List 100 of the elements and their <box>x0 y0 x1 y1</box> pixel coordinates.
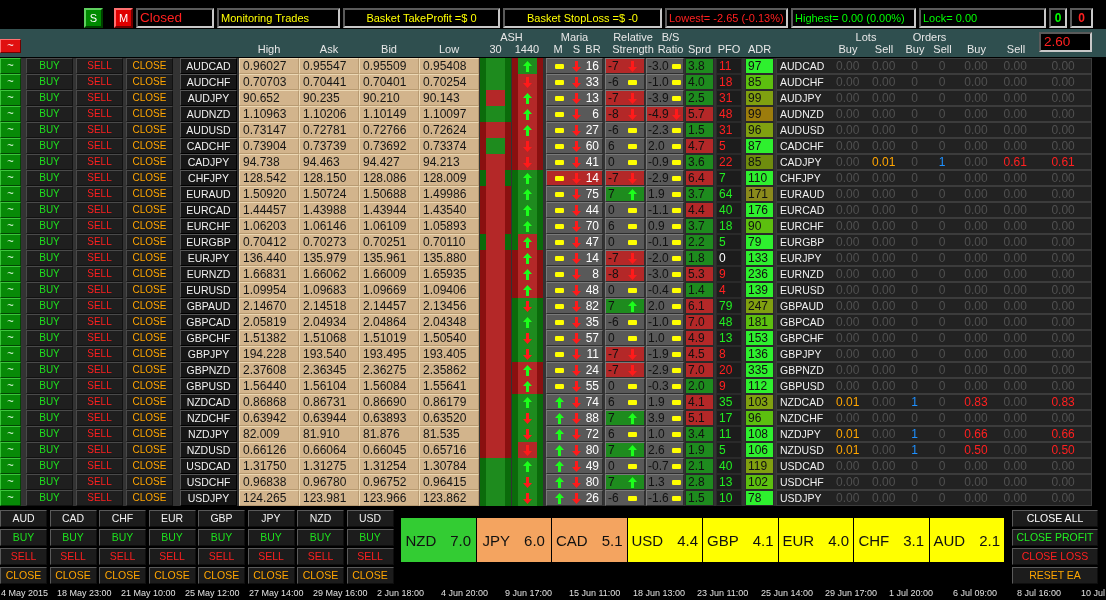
close-button[interactable]: CLOSE <box>49 567 97 584</box>
close-button[interactable]: CLOSE <box>346 567 394 584</box>
currency-button[interactable]: JPY <box>247 510 295 527</box>
close-button[interactable]: CLOSE <box>126 234 173 250</box>
action-button[interactable]: CLOSE PROFIT <box>1012 529 1098 546</box>
symbol-button[interactable]: CADCHF <box>180 138 237 154</box>
buy-button[interactable]: BUY <box>26 122 73 138</box>
close-button[interactable]: CLOSE <box>126 378 173 394</box>
sell-button[interactable]: SELL <box>76 298 123 314</box>
symbol-button[interactable]: EURUSD <box>180 282 237 298</box>
sell-button[interactable]: SELL <box>247 548 295 565</box>
close-button[interactable]: CLOSE <box>126 474 173 490</box>
currency-button[interactable]: NZD <box>297 510 344 527</box>
close-button[interactable]: CLOSE <box>126 282 173 298</box>
currency-button[interactable]: GBP <box>198 510 245 527</box>
close-button[interactable]: CLOSE <box>126 330 173 346</box>
toggle-button[interactable]: ~ <box>0 186 21 202</box>
buy-button[interactable]: BUY <box>26 170 73 186</box>
buy-button[interactable]: BUY <box>26 74 73 90</box>
toggle-button[interactable]: M <box>114 8 133 28</box>
sell-button[interactable]: SELL <box>76 138 123 154</box>
toggle-button[interactable]: ~ <box>0 490 21 506</box>
close-button[interactable]: CLOSE <box>99 567 146 584</box>
sell-button[interactable]: SELL <box>76 394 123 410</box>
symbol-button[interactable]: AUDCAD <box>180 58 237 74</box>
currency-button[interactable]: CAD <box>49 510 97 527</box>
buy-button[interactable]: BUY <box>26 154 73 170</box>
sell-button[interactable]: SELL <box>99 548 146 565</box>
symbol-button[interactable]: USDCHF <box>180 474 237 490</box>
buy-button[interactable]: BUY <box>148 529 196 546</box>
symbol-button[interactable]: USDCAD <box>180 458 237 474</box>
symbol-button[interactable]: EURNZD <box>180 266 237 282</box>
close-button[interactable]: CLOSE <box>297 567 344 584</box>
toggle-button[interactable]: ~ <box>0 378 21 394</box>
toggle-button[interactable]: ~ <box>0 138 21 154</box>
sell-button[interactable]: SELL <box>76 330 123 346</box>
toggle-button[interactable]: ~ <box>0 202 21 218</box>
toggle-button[interactable]: ~ <box>0 90 21 106</box>
symbol-button[interactable]: GBPAUD <box>180 298 237 314</box>
sell-button[interactable]: SELL <box>76 250 123 266</box>
sell-button[interactable]: SELL <box>76 362 123 378</box>
sell-button[interactable]: SELL <box>76 202 123 218</box>
symbol-button[interactable]: EURJPY <box>180 250 237 266</box>
buy-button[interactable]: BUY <box>26 490 73 506</box>
buy-button[interactable]: BUY <box>26 298 73 314</box>
buy-button[interactable]: BUY <box>0 529 47 546</box>
close-button[interactable]: CLOSE <box>126 170 173 186</box>
symbol-button[interactable]: GBPNZD <box>180 362 237 378</box>
action-button[interactable]: RESET EA <box>1012 567 1098 584</box>
sell-button[interactable]: SELL <box>76 122 123 138</box>
sell-button[interactable]: SELL <box>76 442 123 458</box>
close-button[interactable]: CLOSE <box>126 426 173 442</box>
toggle-button[interactable]: ~ <box>0 122 21 138</box>
buy-button[interactable]: BUY <box>26 346 73 362</box>
close-button[interactable]: CLOSE <box>126 250 173 266</box>
sell-button[interactable]: SELL <box>76 58 123 74</box>
close-button[interactable]: CLOSE <box>126 74 173 90</box>
buy-button[interactable]: BUY <box>26 218 73 234</box>
close-button[interactable]: CLOSE <box>126 394 173 410</box>
toggle-button[interactable]: ~ <box>0 170 21 186</box>
symbol-button[interactable]: EURCAD <box>180 202 237 218</box>
buy-button[interactable]: BUY <box>26 330 73 346</box>
close-button[interactable]: CLOSE <box>126 458 173 474</box>
sell-button[interactable]: SELL <box>76 266 123 282</box>
symbol-button[interactable]: CHFJPY <box>180 170 237 186</box>
toggle-button[interactable]: ~ <box>0 426 21 442</box>
toggle-button[interactable]: ~ <box>0 346 21 362</box>
close-button[interactable]: CLOSE <box>126 90 173 106</box>
symbol-button[interactable]: GBPCHF <box>180 330 237 346</box>
symbol-button[interactable]: NZDJPY <box>180 426 237 442</box>
toggle-button[interactable]: ~ <box>0 74 21 90</box>
currency-button[interactable]: AUD <box>0 510 47 527</box>
close-button[interactable]: CLOSE <box>148 567 196 584</box>
toggle-button[interactable]: ~ <box>0 362 21 378</box>
sell-button[interactable]: SELL <box>76 218 123 234</box>
toggle-button[interactable]: ~ <box>0 330 21 346</box>
buy-button[interactable]: BUY <box>26 138 73 154</box>
toggle-button[interactable]: ~ <box>0 234 21 250</box>
toggle-button[interactable]: ~ <box>0 442 21 458</box>
buy-button[interactable]: BUY <box>26 58 73 74</box>
close-button[interactable]: CLOSE <box>126 490 173 506</box>
buy-button[interactable]: BUY <box>26 362 73 378</box>
close-button[interactable]: CLOSE <box>126 298 173 314</box>
toggle-button[interactable]: ~ <box>0 250 21 266</box>
toggle-button[interactable]: ~ <box>0 218 21 234</box>
close-button[interactable]: CLOSE <box>126 362 173 378</box>
buy-button[interactable]: BUY <box>26 378 73 394</box>
toggle-button[interactable]: S <box>84 8 103 28</box>
sell-button[interactable]: SELL <box>198 548 245 565</box>
buy-button[interactable]: BUY <box>198 529 245 546</box>
toggle-button[interactable]: ~ <box>0 39 21 53</box>
symbol-button[interactable]: EURCHF <box>180 218 237 234</box>
buy-button[interactable]: BUY <box>247 529 295 546</box>
currency-button[interactable]: USD <box>346 510 394 527</box>
sell-button[interactable]: SELL <box>76 314 123 330</box>
buy-button[interactable]: BUY <box>26 442 73 458</box>
close-button[interactable]: CLOSE <box>126 58 173 74</box>
symbol-button[interactable]: GBPCAD <box>180 314 237 330</box>
sell-button[interactable]: SELL <box>76 90 123 106</box>
sell-button[interactable]: SELL <box>76 410 123 426</box>
